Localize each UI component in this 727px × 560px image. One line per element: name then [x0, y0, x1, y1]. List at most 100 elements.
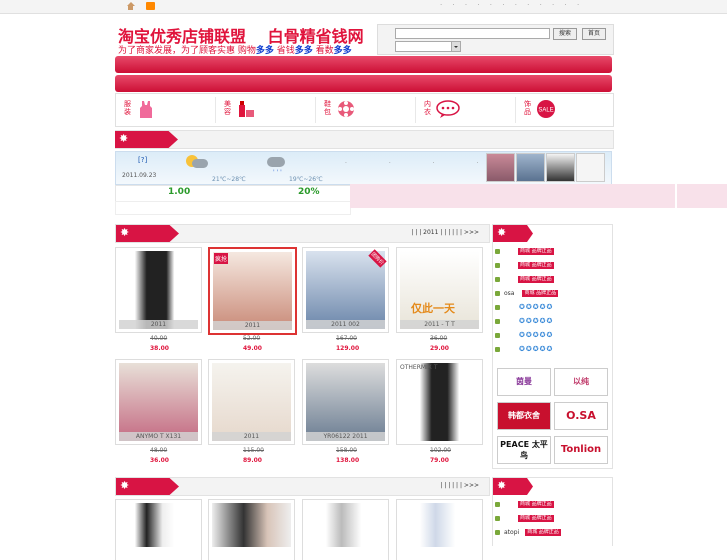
product-card[interactable] — [115, 499, 202, 560]
sidebar-item[interactable]: 商城 品牌正品 — [495, 501, 554, 508]
category-label: 美容 — [224, 100, 231, 116]
sale-price: 79.00 — [430, 457, 449, 464]
search-button[interactable]: 搜索 — [553, 28, 577, 40]
rate-value: 20% — [298, 187, 320, 197]
search-input[interactable] — [395, 28, 550, 39]
mall-tag: 商城 品牌正品 — [518, 501, 554, 508]
product-image[interactable] — [400, 363, 479, 441]
sidebar-item[interactable]: 商城 品牌正品 — [495, 515, 554, 522]
product-card[interactable] — [302, 499, 389, 560]
product-card[interactable] — [396, 499, 483, 560]
top-bar — [0, 0, 727, 14]
thumb-image[interactable] — [546, 153, 575, 182]
product-card[interactable]: ANYMO T X131 — [115, 359, 202, 445]
mall-tag: 商城 品牌正品 — [518, 262, 554, 269]
bullet-icon — [495, 346, 504, 353]
thumb-image[interactable] — [516, 153, 545, 182]
ad-banner[interactable] — [350, 184, 675, 208]
brand-logo[interactable]: 茵曼 — [497, 368, 551, 396]
brand-logo[interactable]: 韩都衣舍 — [497, 402, 551, 430]
star-icon: ✸ — [497, 226, 507, 239]
category-underwear[interactable]: 内衣 — [416, 94, 516, 126]
site-slogan: 为了商家发展，为了顾客实惠 购物多多 省钱多多 看数多多 — [118, 43, 352, 56]
home-button[interactable]: 首页 — [582, 28, 606, 40]
product-caption[interactable]: ANYMO T X131 — [119, 432, 198, 441]
rss-icon[interactable] — [146, 2, 155, 10]
product-caption[interactable]: 2011 — [212, 432, 291, 441]
category-accessories[interactable]: 饰品 SALE — [516, 94, 616, 126]
thumb-image[interactable] — [486, 153, 515, 182]
star-icon: ✸ — [120, 479, 130, 492]
section-header: ✸ | | | 2011 | | | | | | >>> — [115, 224, 490, 243]
category-select[interactable] — [395, 41, 461, 52]
weather-date: 2011.09.23 — [122, 172, 157, 179]
slogan-highlight: 多多 — [294, 46, 313, 56]
brand-logo[interactable]: PEACE 太平鸟 — [497, 436, 551, 464]
sidebar-item[interactable]: osa 商城 品牌正品 — [495, 290, 559, 297]
product-image[interactable] — [306, 363, 385, 441]
product-image[interactable] — [306, 503, 385, 547]
section-nav[interactable]: | | | | | | >>> — [440, 482, 479, 489]
product-card[interactable]: 仅此一天 2011 - T T — [396, 247, 483, 333]
sidebar-item[interactable]: atopi 商城 品牌正品 — [495, 529, 561, 536]
weather-city[interactable]: [?] — [138, 156, 147, 164]
product-image[interactable] — [306, 251, 385, 329]
product-card[interactable]: 2011 002 团购价 — [302, 247, 389, 333]
product-image[interactable] — [212, 363, 291, 441]
main-nav-bar[interactable] — [115, 56, 612, 73]
bullet-icon — [495, 332, 504, 339]
old-price: 52.00 — [243, 335, 261, 342]
product-caption[interactable]: 2011 — [213, 321, 292, 330]
category-beauty[interactable]: 美容 — [216, 94, 316, 126]
rate-row-2 — [115, 201, 351, 215]
product-card[interactable]: 2011 — [208, 359, 295, 445]
product-caption[interactable]: OTHERMIX T — [400, 363, 479, 372]
product-card[interactable] — [208, 499, 295, 560]
thumb-image[interactable] — [576, 153, 605, 182]
top-links[interactable]: · · · · · · · · · · · · — [440, 1, 583, 9]
section-nav[interactable]: | | | 2011 | | | | | | >>> — [411, 229, 479, 236]
sale-price: 129.00 — [336, 345, 360, 352]
product-caption[interactable]: YR06122 2011 — [306, 432, 385, 441]
brand-logo[interactable]: O.SA — [554, 402, 608, 430]
sidebar-item-text: osa — [504, 290, 515, 297]
sidebar-badge: ✸ — [493, 225, 533, 242]
bullet-icon — [495, 304, 504, 311]
product-caption[interactable]: 2011 — [119, 320, 198, 329]
rating-stars: ✪✪✪✪✪ — [519, 331, 554, 339]
category-shoes-bags[interactable]: 鞋包 — [316, 94, 416, 126]
product-image[interactable] — [119, 363, 198, 441]
bullet-icon — [495, 291, 500, 296]
speech-bubble-icon — [436, 100, 460, 118]
partly-cloudy-icon — [186, 155, 208, 169]
product-image[interactable] — [400, 503, 479, 547]
product-image[interactable] — [212, 503, 291, 547]
product-caption[interactable]: 2011 002 — [306, 320, 385, 329]
section-badge: ✸ — [116, 478, 179, 495]
sale-price: 38.00 — [150, 345, 169, 352]
product-card[interactable]: YR06122 2011 — [302, 359, 389, 445]
ad-banner[interactable] — [677, 184, 727, 208]
bullet-icon — [495, 249, 500, 254]
brand-logo[interactable]: Tonlion — [554, 436, 608, 464]
product-image[interactable] — [119, 251, 198, 329]
cosmetics-icon — [239, 101, 254, 117]
promo-text: 仅此一天 — [411, 302, 455, 315]
home-icon[interactable] — [126, 2, 135, 10]
sale-tag-icon: SALE — [537, 100, 555, 118]
product-card[interactable]: 2011 — [115, 247, 202, 333]
product-image[interactable] — [119, 503, 198, 547]
sidebar-item[interactable]: 商城 品牌正品 — [495, 276, 554, 283]
category-clothing[interactable]: 服装 — [116, 94, 216, 126]
sidebar-item[interactable]: 商城 品牌正品 — [495, 248, 554, 255]
svg-text:SALE: SALE — [538, 108, 553, 114]
brand-logo[interactable]: 以纯 — [554, 368, 608, 396]
bullet-icon — [495, 277, 500, 282]
sidebar-item[interactable]: 商城 品牌正品 — [495, 262, 554, 269]
sub-nav-bar[interactable] — [115, 75, 612, 92]
rate-value: 1.00 — [168, 187, 191, 197]
product-image[interactable] — [400, 251, 479, 329]
product-caption[interactable]: 2011 - T T — [400, 320, 479, 329]
product-card[interactable]: 2011 疯抢 — [208, 247, 297, 335]
product-card[interactable]: OTHERMIX T — [396, 359, 483, 445]
